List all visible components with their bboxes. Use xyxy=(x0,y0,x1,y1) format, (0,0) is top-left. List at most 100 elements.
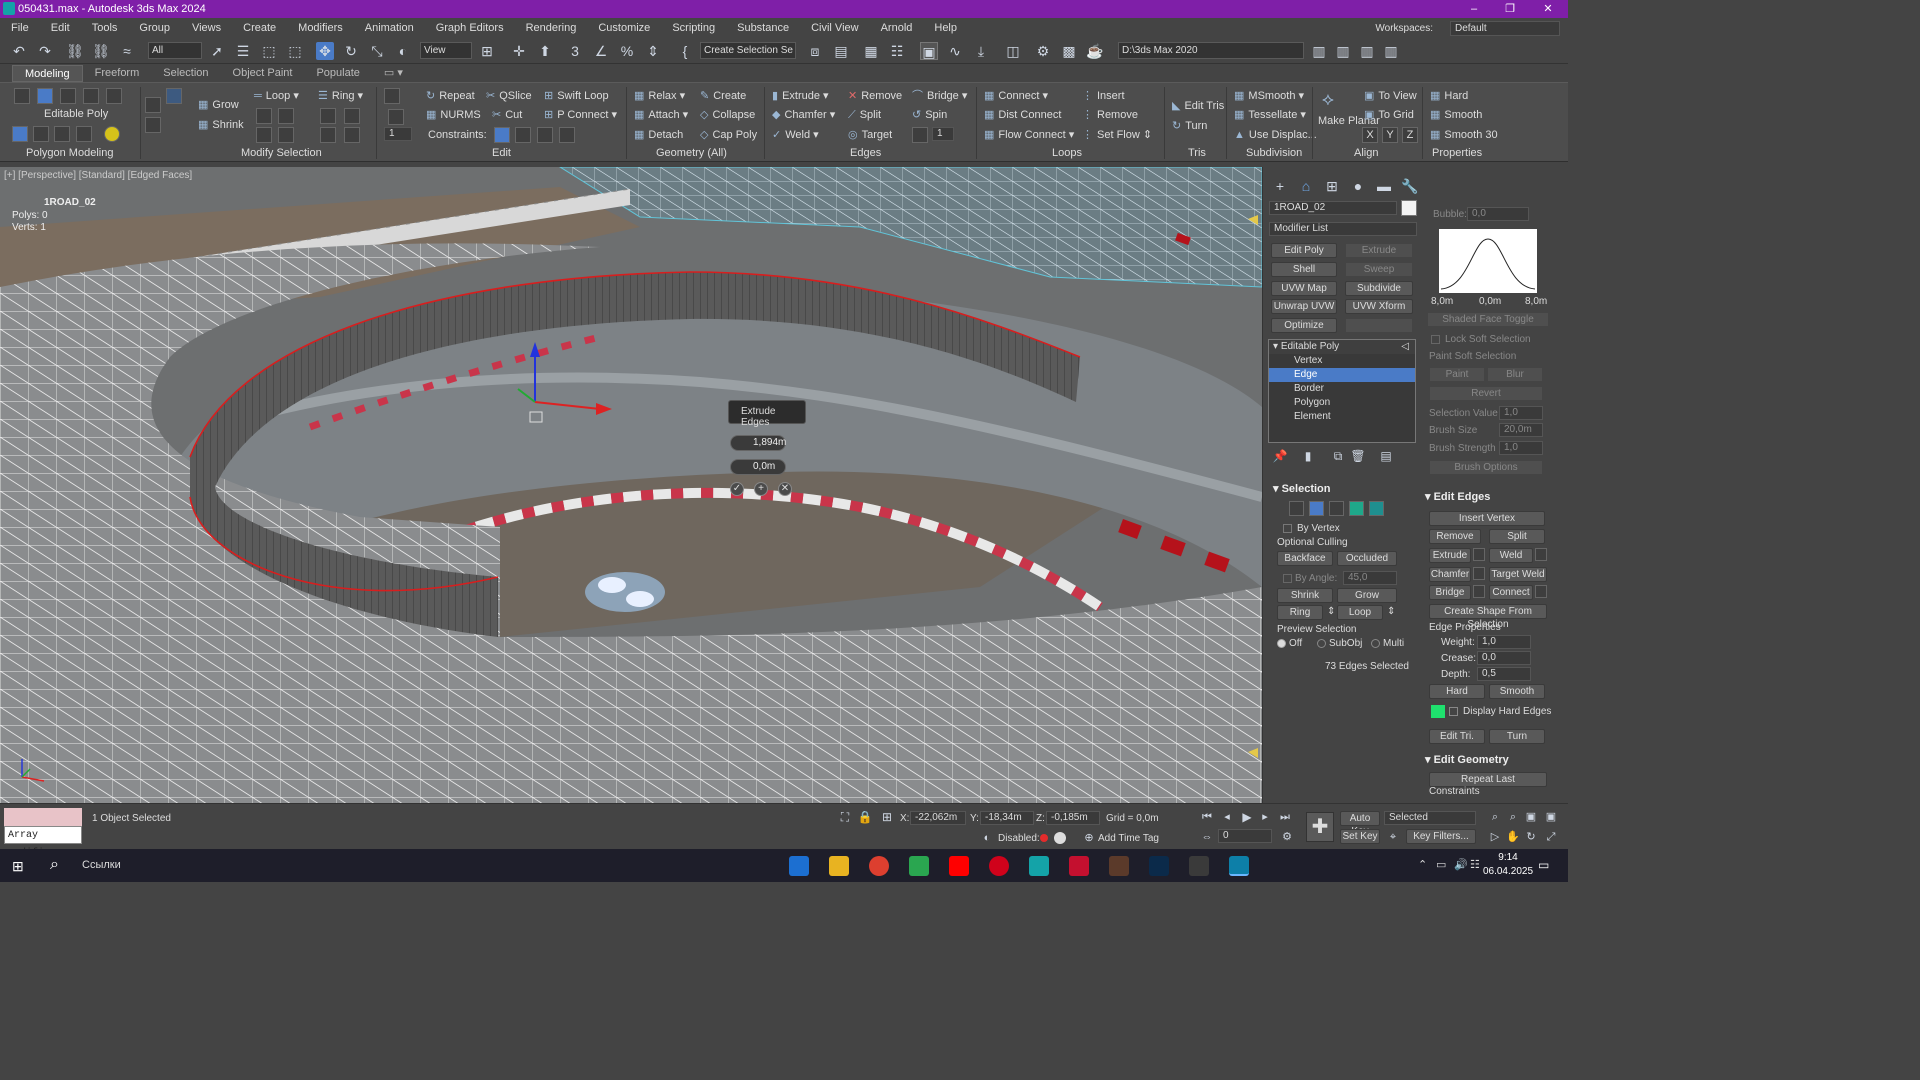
menu-rendering[interactable]: Rendering xyxy=(515,22,588,34)
show-end-result-icon[interactable] xyxy=(33,126,49,142)
unlink-icon[interactable]: ⛓ xyxy=(92,42,110,60)
ee-bridge-settings-icon[interactable] xyxy=(1473,585,1485,598)
mod-edit-poly-button[interactable]: Edit Poly xyxy=(1271,243,1337,258)
border-mode-icon[interactable] xyxy=(60,88,76,104)
stack-polygon[interactable]: Polygon xyxy=(1269,396,1415,410)
preview-off-radio[interactable] xyxy=(1277,639,1286,648)
hard-button[interactable]: ▦ Hard xyxy=(1430,88,1468,104)
ee-split-button[interactable]: Split xyxy=(1489,529,1545,544)
by-angle-checkbox[interactable] xyxy=(1283,574,1292,583)
taskbar-app-photoshop-icon[interactable] xyxy=(1149,856,1169,876)
schematic-view-icon[interactable]: ⤓ xyxy=(972,42,990,60)
maximize-button[interactable]: ❐ xyxy=(1490,0,1530,18)
ee-target-weld-button[interactable]: Target Weld xyxy=(1489,567,1547,582)
cut-button[interactable]: ✂ Cut xyxy=(492,107,522,123)
curve-editor-icon[interactable]: ∿ xyxy=(946,42,964,60)
render-icon[interactable]: ☕ xyxy=(1086,42,1104,60)
ring-button[interactable]: ☰ Ring ▾ xyxy=(318,88,363,104)
modify-panel-icon[interactable]: ⌂ xyxy=(1297,177,1315,195)
zoom-extents-icon[interactable]: ▣ xyxy=(1522,808,1540,826)
align-x-button[interactable]: X xyxy=(1362,127,1378,143)
rect-selection-icon[interactable]: ⬚ xyxy=(260,42,278,60)
menu-create[interactable]: Create xyxy=(232,22,287,34)
occluded-button[interactable]: Occluded xyxy=(1337,551,1397,566)
connect-button[interactable]: ▦ Connect ▾ xyxy=(984,88,1048,104)
zoom-all-icon[interactable]: ⌕ xyxy=(1504,808,1522,826)
preserve-uv-icon[interactable] xyxy=(384,88,400,104)
edge-mode-icon[interactable] xyxy=(37,88,53,104)
goto-start-icon[interactable]: ⏮ xyxy=(1198,808,1216,826)
edges-spinner[interactable]: 1 xyxy=(932,127,954,141)
menu-scripting[interactable]: Scripting xyxy=(661,22,726,34)
sel-element-icon[interactable] xyxy=(1369,501,1384,516)
caddy-cancel-icon[interactable]: ✕ xyxy=(778,482,792,496)
project-set-icon[interactable]: ▥ xyxy=(1334,42,1352,60)
toggle-ribbon-icon[interactable]: ☷ xyxy=(888,42,906,60)
msmooth-button[interactable]: ▦ MSmooth ▾ xyxy=(1234,88,1304,104)
object-name-field[interactable]: 1ROAD_02 xyxy=(1269,201,1397,215)
by-vertex-checkbox[interactable] xyxy=(1283,524,1292,533)
window-crossing-icon[interactable]: ⬚ xyxy=(286,42,304,60)
modifier-list-dropdown[interactable]: Modifier List xyxy=(1269,222,1417,236)
hard-edges-color-swatch[interactable] xyxy=(1431,705,1445,718)
display-hard-edges-checkbox[interactable] xyxy=(1449,707,1458,716)
minimize-button[interactable]: – xyxy=(1454,0,1494,18)
extrude-width-field[interactable]: 0,0m xyxy=(730,459,786,475)
object-color-swatch[interactable] xyxy=(1401,200,1417,216)
polygon-mode-icon[interactable] xyxy=(83,88,99,104)
render-setup-icon[interactable]: ⚙ xyxy=(1034,42,1052,60)
align-y-button[interactable]: Y xyxy=(1382,127,1398,143)
absolute-mode-icon[interactable]: ⊞ xyxy=(878,808,896,826)
p-connect-button[interactable]: ⊞ P Connect ▾ xyxy=(544,107,617,123)
move-icon[interactable]: ✥ xyxy=(316,42,334,60)
remove-loop-button[interactable]: ⋮ Remove xyxy=(1082,107,1138,123)
dot-ring-icon[interactable] xyxy=(344,127,360,143)
stack-border[interactable]: Border xyxy=(1269,382,1415,396)
material-editor-icon[interactable]: ◫ xyxy=(1004,42,1022,60)
stack-vertex[interactable]: Vertex xyxy=(1269,354,1415,368)
select-object-icon[interactable]: ➚ xyxy=(208,42,226,60)
ee-extrude-settings-icon[interactable] xyxy=(1473,548,1485,561)
modify-mode-icon[interactable] xyxy=(12,126,28,142)
reference-coordinate-dropdown[interactable]: View xyxy=(420,42,472,59)
mod-sweep-button[interactable]: Sweep xyxy=(1345,262,1413,277)
loop-mode-icon[interactable] xyxy=(256,127,272,143)
maxscript-mini-listener[interactable] xyxy=(4,808,82,826)
menu-tools[interactable]: Tools xyxy=(81,22,129,34)
undo-icon[interactable]: ↶ xyxy=(10,42,28,60)
script-listener-field[interactable]: Array modifi: xyxy=(4,826,82,859)
ee-chamfer-settings-icon[interactable] xyxy=(1473,567,1485,580)
ring-mode-icon[interactable] xyxy=(320,127,336,143)
taskbar-search-icon[interactable]: ⌕ xyxy=(50,856,59,874)
turn-button[interactable]: ↻ Turn xyxy=(1172,118,1207,134)
mod-shell-button[interactable]: Shell xyxy=(1271,262,1337,277)
tab-modeling[interactable]: Modeling xyxy=(12,65,83,82)
menu-help[interactable]: Help xyxy=(923,22,968,34)
extrude-button[interactable]: ▮ Extrude ▾ xyxy=(772,88,829,104)
show-end-result-stack-icon[interactable]: ▮ xyxy=(1299,447,1317,465)
auto-key-button[interactable]: Auto Key xyxy=(1340,811,1380,837)
x-coord-field[interactable]: -22,062m xyxy=(910,811,966,825)
spin-button[interactable]: ↺ Spin xyxy=(912,107,947,123)
taskbar-app-3dsmax-active-icon[interactable] xyxy=(1229,856,1249,876)
scene-explorer-icon[interactable]: ▣ xyxy=(920,42,938,60)
menu-arnold[interactable]: Arnold xyxy=(870,22,924,34)
make-unique-icon[interactable]: ⧉ xyxy=(1329,447,1347,465)
taskbar-app-other-icon[interactable] xyxy=(1189,856,1209,876)
spinner-snap-icon[interactable]: ⇕ xyxy=(644,42,662,60)
ribbon-options-icon[interactable]: ▭ ▾ xyxy=(372,65,415,82)
repeat-button[interactable]: ↻ Repeat xyxy=(426,88,475,104)
bridge-button[interactable]: ⌒ Bridge ▾ xyxy=(912,88,967,104)
menu-customize[interactable]: Customize xyxy=(587,22,661,34)
notifications-icon[interactable]: ▭ xyxy=(1538,858,1549,872)
sel-ring-button[interactable]: Ring xyxy=(1277,605,1323,620)
ee-weld-button[interactable]: Weld xyxy=(1489,548,1533,563)
weld-button[interactable]: ✓ Weld ▾ xyxy=(772,127,819,143)
detach-button[interactable]: ▦ Detach xyxy=(634,127,683,143)
menu-modifiers[interactable]: Modifiers xyxy=(287,22,354,34)
preview-subobj-radio[interactable] xyxy=(1317,639,1326,648)
swift-loop-button[interactable]: ⊞ Swift Loop xyxy=(544,88,609,104)
sel-vertex-icon[interactable] xyxy=(1289,501,1304,516)
element-mode-icon[interactable] xyxy=(106,88,122,104)
color-swatch-icon[interactable] xyxy=(104,126,120,142)
